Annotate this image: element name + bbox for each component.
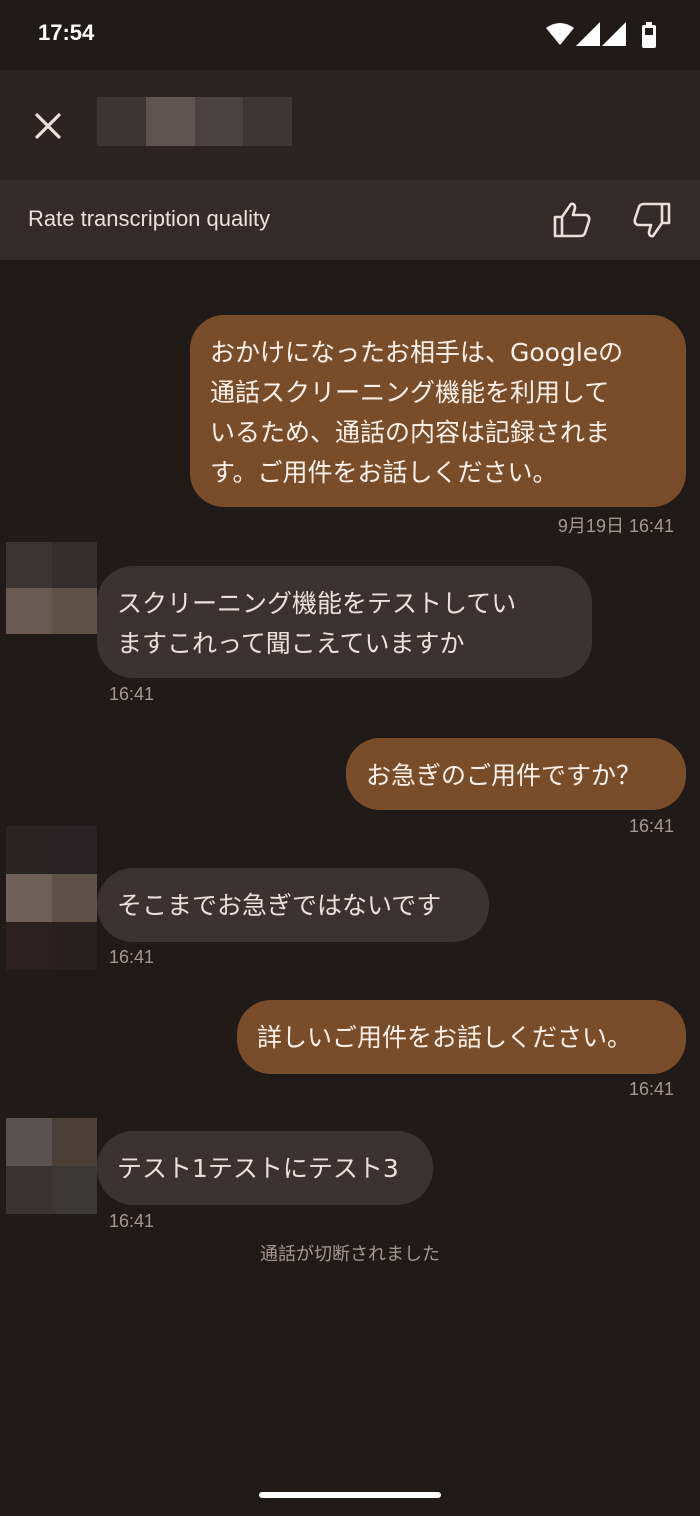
status-time: 17:54 <box>38 20 95 45</box>
outgoing-message: 詳しいご用件をお話しください。 <box>237 1000 686 1074</box>
message-line: ますこれって聞こえていますか <box>117 629 465 658</box>
signal-icon <box>602 22 626 46</box>
close-icon <box>35 113 61 139</box>
home-indicator[interactable] <box>259 1492 441 1498</box>
message-time: 16:41 <box>109 947 155 967</box>
thumb-down-button[interactable] <box>630 198 674 242</box>
signal-icon <box>576 22 600 46</box>
message-time: 16:41 <box>628 1079 674 1099</box>
message-time: 16:41 <box>109 684 155 704</box>
message-time: 9月19日 16:41 <box>557 516 674 536</box>
thumb-up-button[interactable] <box>550 198 594 242</box>
message-line: テスト1テストにテスト3 <box>117 1154 399 1183</box>
incoming-message: テスト1テストにテスト3 <box>97 1131 433 1205</box>
outgoing-message: お急ぎのご用件ですか？ <box>346 738 686 810</box>
app-bar <box>0 70 700 180</box>
battery-icon <box>642 22 656 48</box>
caller-avatar-redacted <box>6 1118 97 1214</box>
message-line: 詳しいご用件をお話しください。 <box>257 1023 633 1052</box>
call-ended-status: 通話が切断されました <box>260 1244 440 1265</box>
message-line: お急ぎのご用件ですか？ <box>366 761 642 790</box>
rating-bar: Rate transcription quality <box>0 180 700 260</box>
close-button[interactable] <box>26 104 70 148</box>
incoming-message: スクリーニング機能をテストしてい ますこれって聞こえていますか <box>97 566 592 678</box>
message-line: スクリーニング機能をテストしてい <box>117 589 517 618</box>
message-time: 16:41 <box>109 1211 155 1231</box>
message-line: す。ご用件をお話しください。 <box>210 458 558 487</box>
message-time: 16:41 <box>628 816 674 836</box>
status-icons <box>546 22 656 48</box>
thumb-up-icon <box>553 202 591 238</box>
rating-label: Rate transcription quality <box>28 206 271 231</box>
message-line: 通話スクリーニング機能を利用して <box>210 378 610 407</box>
wifi-icon <box>546 23 574 45</box>
incoming-message: そこまでお急ぎではないです <box>97 868 489 942</box>
status-bar: 17:54 <box>0 0 700 70</box>
caller-name-redacted <box>97 97 292 146</box>
caller-avatar-redacted <box>6 542 97 634</box>
message-line: そこまでお急ぎではないです <box>117 891 442 920</box>
outgoing-message: おかけになったお相手は、Googleの 通話スクリーニング機能を利用して いるた… <box>190 315 686 507</box>
caller-avatar-redacted <box>6 826 97 970</box>
thumb-down-icon <box>633 202 671 238</box>
message-line: いるため、通話の内容は記録されま <box>210 418 611 447</box>
message-line: おかけになったお相手は、Googleの <box>210 338 624 367</box>
